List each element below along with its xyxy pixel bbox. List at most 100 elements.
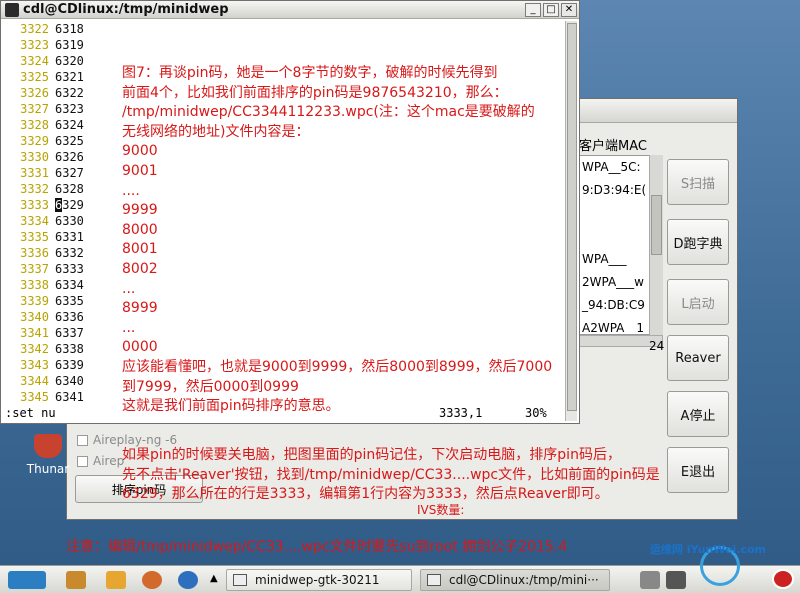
list-item[interactable]: 2WPA___w — [580, 271, 660, 294]
ap-list-scroll-thumb[interactable] — [651, 195, 662, 255]
client-mac-header: 客户端MAC — [579, 139, 647, 154]
thunar-label: Thunar — [26, 462, 70, 476]
annotation-line: 先不点击'Reaver'按钮，找到/tmp/minidwep/CC33....w… — [122, 466, 660, 483]
annotation-line: 8001 — [122, 241, 158, 258]
line-value: 6319 — [55, 38, 84, 52]
file-manager-icon — [34, 434, 62, 458]
terminal-titlebar[interactable]: cdl@CDlinux:/tmp/minidwep _ □ ✕ — [1, 1, 579, 19]
list-item[interactable]: A2WPA__1 — [580, 317, 660, 334]
maximize-icon[interactable]: □ — [543, 2, 559, 17]
annotation-bottom: 如果pin的时候要关电脑，把图里面的pin码记住，下次启动电脑，排序pin码后，… — [122, 446, 660, 505]
keyboard-icon[interactable] — [640, 571, 660, 589]
window-icon — [427, 574, 441, 586]
line-number: 3326 — [20, 86, 49, 100]
line-value: 6324 — [55, 118, 84, 132]
minimize-icon[interactable]: _ — [525, 2, 541, 17]
list-item[interactable]: WPA___ — [580, 248, 660, 271]
aireplay-option-row[interactable]: Aireplay-ng -6 — [77, 433, 177, 447]
line-value: 6330 — [55, 214, 84, 228]
task-terminal[interactable]: cdl@CDlinux:/tmp/mini··· — [420, 569, 610, 591]
line-number: 3344 — [20, 374, 49, 388]
line-value: 6321 — [55, 70, 84, 84]
airep-option-row[interactable]: Airep — [77, 454, 124, 468]
thunar-desktop-icon[interactable]: Thunar — [18, 434, 78, 476]
line-value: 6322 — [55, 86, 84, 100]
line-value: 6341 — [55, 390, 84, 404]
line-value: 6326 — [55, 150, 84, 164]
line-value: 6340 — [55, 374, 84, 388]
line-number: 3340 — [20, 310, 49, 324]
aireplay-checkbox[interactable] — [77, 434, 88, 446]
exit-button[interactable]: E退出 — [667, 447, 729, 493]
annotation-line: .... — [122, 182, 140, 199]
annotation-line: 6329，那么所在的行是3333，编辑第1行内容为3333，然后点Reaver即… — [122, 486, 609, 503]
line-value: 6329 — [55, 198, 84, 212]
terminal-icon — [5, 2, 19, 17]
annotation-line: 无线网络的地址)文件内容是： — [122, 123, 310, 140]
line-number: 3342 — [20, 342, 49, 356]
line-value: 6331 — [55, 230, 84, 244]
task-minidwep[interactable]: minidwep-gtk-30211 — [226, 569, 412, 591]
terminal-scroll-thumb[interactable] — [567, 23, 577, 411]
line-number: 3337 — [20, 262, 49, 276]
line-number: 3334 — [20, 214, 49, 228]
line-number: 3341 — [20, 326, 49, 340]
terminal-scrollbar[interactable] — [565, 21, 577, 421]
line-number: 3339 — [20, 294, 49, 308]
editor-icon[interactable] — [106, 571, 126, 589]
annotation-top: 图7：再谈pin码，她是一个8字节的数字，破解的时候先得到 前面4个，比如我们前面… — [122, 64, 552, 417]
start-button[interactable]: L启动 — [667, 279, 729, 325]
ap-list-scrollbar[interactable] — [649, 155, 663, 335]
annotation-line: 到7999，然后0000到0999 — [122, 378, 299, 395]
network-icon[interactable] — [666, 571, 686, 589]
terminal-title: cdl@CDlinux:/tmp/minidwep — [23, 2, 229, 17]
line-value: 6338 — [55, 342, 84, 356]
camera-icon[interactable] — [142, 571, 162, 589]
annotation-line: 9999 — [122, 202, 158, 219]
annotation-line: ... — [122, 280, 136, 297]
list-item[interactable]: 9:D3:94:E( — [580, 179, 660, 202]
up-arrow-icon[interactable]: ▲ — [210, 573, 218, 584]
line-number: 3333 — [20, 198, 49, 212]
line-value: 6327 — [55, 166, 84, 180]
airep-checkbox[interactable] — [77, 455, 88, 467]
annotation-line: 8000 — [122, 221, 158, 238]
line-value: 6328 — [55, 182, 84, 196]
list-item[interactable] — [580, 225, 660, 248]
line-value: 6337 — [55, 326, 84, 340]
start-menu-icon[interactable] — [8, 571, 46, 589]
line-number: 3338 — [20, 278, 49, 292]
annotation-line: 9001 — [122, 162, 158, 179]
desk-icon[interactable] — [66, 571, 86, 589]
list-item[interactable] — [580, 202, 660, 225]
close-icon[interactable]: ✕ — [561, 2, 577, 17]
watermark-text: 运维网 iYunWei.com — [649, 543, 766, 556]
list-item[interactable]: WPA__5C: — [580, 156, 660, 179]
annotation-line: /tmp/minidwep/CC3344112233.wpc(注：这个mac是要… — [122, 104, 535, 121]
stop-button[interactable]: A停止 — [667, 391, 729, 437]
dictionary-button[interactable]: D跑字典 — [667, 219, 729, 265]
task-minidwep-label: minidwep-gtk-30211 — [255, 573, 380, 587]
line-number: 3332 — [20, 182, 49, 196]
line-number: 3335 — [20, 230, 49, 244]
list-item[interactable]: _94:DB:C9 — [580, 294, 660, 317]
client-count: 24 — [649, 339, 665, 353]
task-terminal-label: cdl@CDlinux:/tmp/mini··· — [449, 573, 599, 587]
line-value: 6339 — [55, 358, 84, 372]
terminal-line: 3322 6318 — [3, 21, 563, 37]
reaver-button[interactable]: Reaver — [667, 335, 729, 381]
annotation-line: 9000 — [122, 143, 158, 160]
line-value: 6333 — [55, 262, 84, 276]
line-number: 3329 — [20, 134, 49, 148]
annotation-line: 如果pin的时候要关电脑，把图里面的pin码记住，下次启动电脑，排序pin码后， — [122, 447, 621, 463]
airep-option-label: Airep — [93, 454, 125, 468]
browser-icon[interactable] — [178, 571, 198, 589]
annotation-line: 8002 — [122, 260, 158, 277]
line-value: 6318 — [55, 22, 84, 36]
power-icon[interactable] — [772, 569, 794, 589]
scan-button[interactable]: S扫描 — [667, 159, 729, 205]
annotation-line: 图7：再谈pin码，她是一个8字节的数字，破解的时候先得到 — [122, 65, 498, 81]
terminal-line: 3323 6319 — [3, 37, 563, 53]
line-value: 6323 — [55, 102, 84, 116]
line-value: 6335 — [55, 294, 84, 308]
